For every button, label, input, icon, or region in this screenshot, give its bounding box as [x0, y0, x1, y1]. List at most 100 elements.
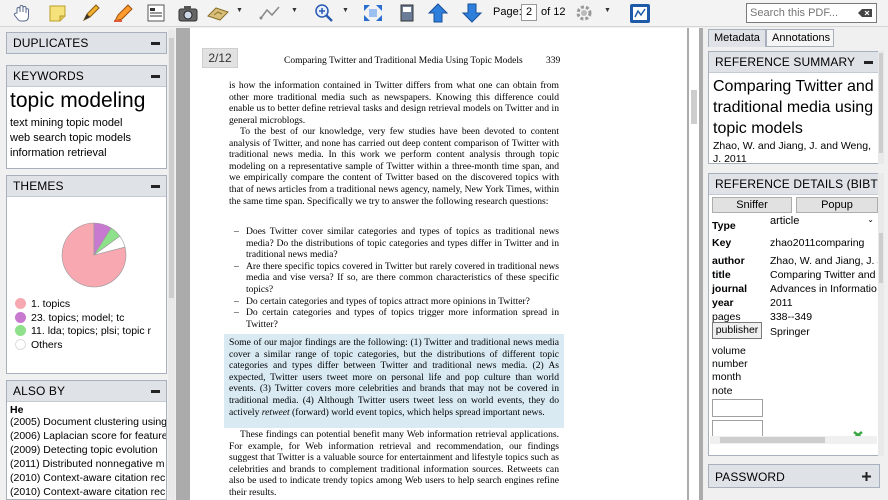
legend-swatch: [15, 338, 26, 350]
highlighter-icon[interactable]: [111, 2, 135, 24]
keyword-line[interactable]: text mining topic model: [7, 112, 166, 131]
details-scrollbar[interactable]: [878, 173, 884, 456]
running-head: Comparing Twitter and Traditional Media …: [284, 56, 523, 66]
key-label: Key: [712, 237, 732, 249]
reference-details-title: REFERENCE DETAILS (BIBTE: [715, 177, 880, 191]
reference-summary-header[interactable]: REFERENCE SUMMARY: [709, 52, 879, 73]
pen-icon[interactable]: [79, 2, 103, 24]
legend-label: Others: [31, 338, 63, 351]
draw-dropdown-icon[interactable]: ▼: [291, 7, 298, 14]
chevron-down-icon[interactable]: ⌄: [867, 215, 874, 224]
paragraph-text: Some of our major findings are the follo…: [229, 337, 559, 418]
author-value[interactable]: Zhao, W. and Jiang, J. a: [770, 255, 878, 267]
keywords-title: KEYWORDS: [13, 69, 84, 83]
zoom-icon[interactable]: [312, 2, 336, 24]
keywords-header[interactable]: KEYWORDS: [7, 66, 166, 87]
legend-swatch: [15, 298, 26, 309]
details-horizontal-scrollbar[interactable]: [710, 436, 877, 444]
keyword-line[interactable]: information retrieval: [7, 146, 166, 161]
research-questions-list: Does Twitter cover similar categories an…: [234, 226, 559, 330]
also-by-item[interactable]: (2011) Distributed nonnegative m: [7, 458, 166, 472]
book-icon[interactable]: [395, 2, 419, 24]
camera-icon[interactable]: [176, 2, 200, 24]
collapse-icon[interactable]: [151, 42, 160, 45]
expand-plus-icon[interactable]: [862, 472, 871, 481]
themes-pie-chart: [61, 222, 127, 288]
publisher-value[interactable]: Springer: [770, 326, 878, 338]
themes-header[interactable]: THEMES: [7, 176, 166, 197]
gear-icon[interactable]: [572, 2, 596, 24]
paragraph: These findings can potential benefit man…: [229, 429, 559, 498]
keyword-large[interactable]: topic modeling: [7, 87, 166, 112]
title-value[interactable]: Comparing Twitter and: [770, 269, 878, 281]
zoom-dropdown-icon[interactable]: ▼: [342, 7, 349, 14]
also-by-item[interactable]: (2005) Document clustering using: [7, 416, 166, 430]
publisher-button[interactable]: publisher: [712, 322, 762, 339]
password-header[interactable]: PASSWORD: [709, 465, 879, 487]
document-scrollbar-thumb[interactable]: [691, 90, 697, 124]
research-question-item: Are there specific topics covered in Twi…: [234, 261, 559, 296]
collapse-icon[interactable]: [151, 185, 160, 188]
sidebar-scrollbar-thumb[interactable]: [169, 38, 174, 298]
also-by-item[interactable]: (2006) Laplacian score for feature: [7, 430, 166, 444]
summary-scrollbar[interactable]: [878, 51, 884, 164]
keywords-panel: KEYWORDS topic modeling text mining topi…: [6, 65, 167, 169]
details-scrollbar-thumb-vertical[interactable]: [879, 233, 883, 283]
type-select[interactable]: article ⌄: [768, 214, 877, 230]
legend-label: 11. lda; topics; plsi; topic r: [31, 325, 152, 337]
details-scrollbar-thumb[interactable]: [720, 437, 825, 443]
month-label: month: [712, 371, 742, 383]
keyword-line[interactable]: web search topic models: [7, 131, 166, 146]
summary-scrollbar-thumb[interactable]: [879, 53, 883, 153]
reference-details-header[interactable]: REFERENCE DETAILS (BIBTE: [709, 174, 879, 195]
legend-item[interactable]: 23. topics; model; tc: [15, 311, 165, 325]
password-title: PASSWORD: [715, 470, 785, 484]
legend-item[interactable]: Others: [15, 338, 165, 352]
research-question-item: Do certain categories and types of topic…: [234, 307, 559, 330]
draw-line-icon[interactable]: [258, 2, 282, 24]
stamp-icon[interactable]: [206, 2, 230, 24]
also-by-header[interactable]: ALSO BY: [7, 381, 166, 402]
search-field[interactable]: [746, 3, 877, 23]
tab-annotations[interactable]: Annotations: [766, 29, 834, 47]
also-by-item[interactable]: (2010) Context-aware citation rec: [7, 472, 166, 486]
document-scrollbar[interactable]: [689, 28, 699, 500]
number-label: number: [712, 358, 748, 370]
app-logo-icon[interactable]: [628, 2, 652, 24]
stamp-dropdown-icon[interactable]: ▼: [236, 7, 243, 14]
legend-item[interactable]: 11. lda; topics; plsi; topic r: [15, 325, 165, 338]
year-value[interactable]: 2011: [770, 297, 878, 309]
key-value[interactable]: zhao2011comparing: [770, 237, 878, 249]
popup-button[interactable]: Popup: [796, 197, 878, 213]
empty-field-input[interactable]: [712, 399, 763, 417]
sniffer-button[interactable]: Sniffer: [712, 197, 792, 213]
page-number-input[interactable]: 2: [521, 4, 537, 21]
also-by-item[interactable]: (2010) Context-aware citation rec: [7, 486, 166, 499]
hand-tool-icon[interactable]: [10, 2, 34, 24]
printed-page-number: 339: [546, 56, 561, 66]
sidebar-scrollbar[interactable]: [168, 30, 175, 500]
legend-item[interactable]: 1. topics: [15, 298, 165, 311]
author-label: author: [712, 255, 745, 267]
next-page-icon[interactable]: [460, 2, 484, 24]
previous-page-icon[interactable]: [426, 2, 450, 24]
type-label: Type: [712, 220, 736, 232]
collapse-icon[interactable]: [864, 61, 873, 64]
collapse-icon[interactable]: [151, 390, 160, 393]
page-label: Page:: [493, 6, 522, 18]
text-select-icon[interactable]: [144, 2, 168, 24]
pages-value[interactable]: 338--349: [770, 311, 878, 323]
journal-value[interactable]: Advances in Informatio: [770, 283, 878, 295]
search-input[interactable]: [747, 4, 855, 22]
page-count: of 12: [541, 6, 566, 18]
journal-label: journal: [712, 283, 748, 295]
fit-page-icon[interactable]: [361, 2, 385, 24]
reference-details-panel: REFERENCE DETAILS (BIBTE Sniffer Popup T…: [708, 173, 880, 456]
clear-search-icon[interactable]: [857, 8, 873, 18]
also-by-item[interactable]: (2009) Detecting topic evolution: [7, 444, 166, 458]
collapse-icon[interactable]: [151, 75, 160, 78]
duplicates-header[interactable]: DUPLICATES: [7, 33, 166, 53]
tab-metadata[interactable]: Metadata: [708, 29, 766, 47]
sticky-note-icon[interactable]: [46, 2, 70, 24]
settings-dropdown-icon[interactable]: ▼: [604, 7, 611, 14]
